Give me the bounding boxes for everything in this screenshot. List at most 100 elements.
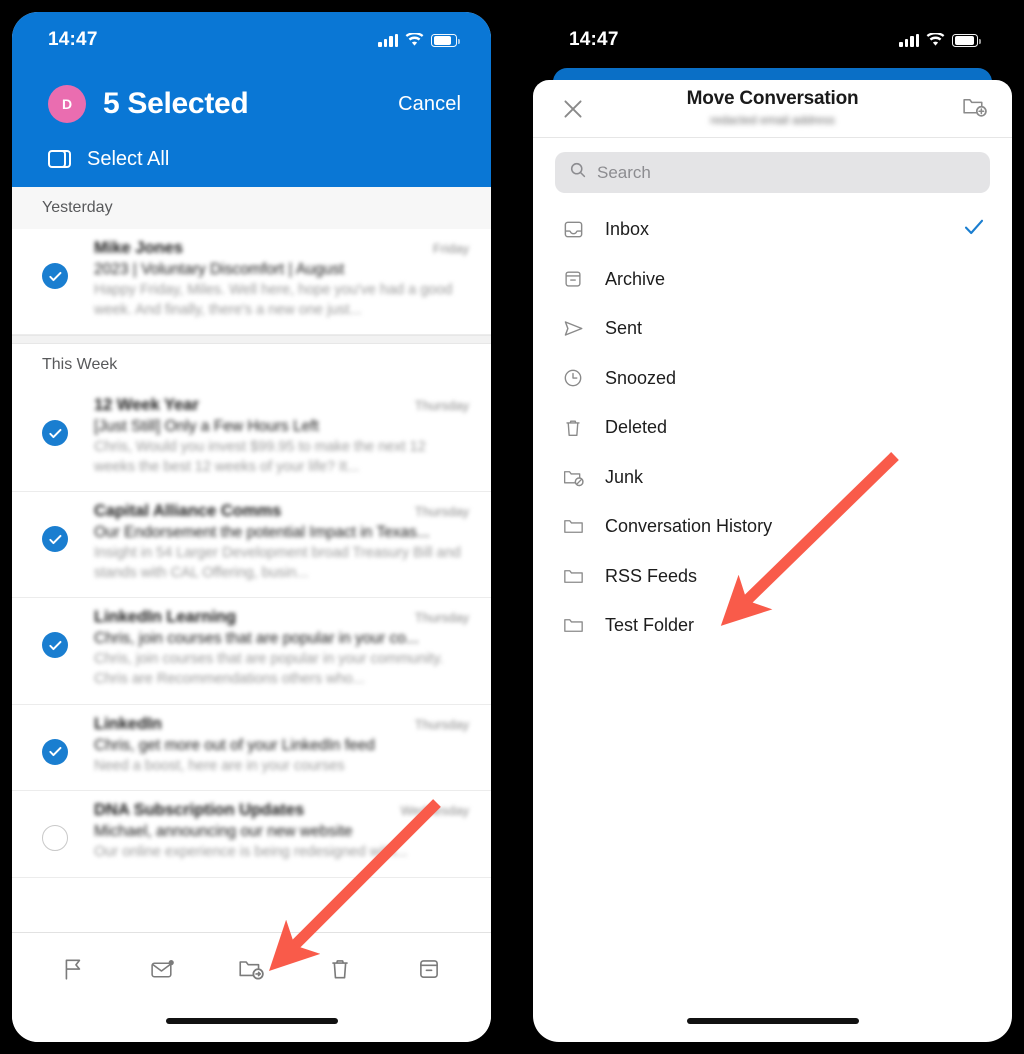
left-status-bar: 14:47 xyxy=(12,12,491,68)
clock-icon xyxy=(559,367,587,389)
mail-preview: Insight in 54 Larger Development broad T… xyxy=(94,545,461,581)
move-to-folder-icon[interactable] xyxy=(224,946,278,992)
table-row[interactable]: LinkedIn Thursday Chris, get more out of… xyxy=(12,705,491,792)
table-row[interactable]: Capital Alliance Comms Thursday Our Endo… xyxy=(12,492,491,599)
cellular-bars-icon xyxy=(899,33,919,47)
archive-icon[interactable] xyxy=(402,946,456,992)
mail-row-content: LinkedIn Learning Thursday Chris, join c… xyxy=(94,608,469,689)
mail-sender: DNA Subscription Updates xyxy=(94,801,305,820)
selection-title-row: D 5 Selected Cancel xyxy=(12,72,491,136)
wifi-icon xyxy=(405,33,424,47)
status-time: 14:47 xyxy=(48,29,98,50)
folder-label: RSS Feeds xyxy=(605,565,698,586)
list-item-rss-feeds[interactable]: RSS Feeds xyxy=(533,552,1012,602)
row-checkbox-selected[interactable] xyxy=(42,526,68,553)
search-placeholder: Search xyxy=(597,162,651,182)
battery-icon xyxy=(431,33,460,47)
mail-subject: [Just Still] Only a Few Hours Left xyxy=(94,418,319,436)
folder-icon xyxy=(559,565,587,588)
folder-list[interactable]: Inbox Archive Sent Snoozed Deleted Junk … xyxy=(533,203,1012,651)
table-row[interactable]: DNA Subscription Updates Wednesday Micha… xyxy=(12,791,491,878)
cancel-button[interactable]: Cancel xyxy=(398,93,461,116)
mail-date: Friday xyxy=(432,241,469,256)
status-indicators xyxy=(899,33,981,47)
mail-row-content: 12 Week Year Thursday [Just Still] Only … xyxy=(94,396,469,477)
inbox-icon xyxy=(559,218,587,241)
list-item-test-folder[interactable]: Test Folder xyxy=(533,601,1012,651)
move-conversation-sheet: Move Conversation redacted email address xyxy=(533,80,1012,1042)
mail-preview: Chris, Would you invest $99.95 to make t… xyxy=(94,439,426,475)
list-item-conversation-history[interactable]: Conversation History xyxy=(533,502,1012,552)
list-item-junk[interactable]: Junk xyxy=(533,453,1012,503)
mail-sender: Capital Alliance Comms xyxy=(94,502,282,521)
mark-unread-icon[interactable] xyxy=(136,946,190,992)
screenshot-stage: 14:47 D 5 Selected Cancel Select All Yes… xyxy=(0,0,1024,1054)
search-icon xyxy=(569,161,587,184)
mail-preview: Chris, join courses that are popular in … xyxy=(94,651,444,687)
row-checkbox-selected[interactable] xyxy=(42,632,68,659)
table-row[interactable]: 12 Week Year Thursday [Just Still] Only … xyxy=(12,386,491,493)
mail-subject: Michael, announcing our new website xyxy=(94,823,353,841)
status-indicators xyxy=(378,33,460,47)
mail-subject: Chris, get more out of your LinkedIn fee… xyxy=(94,736,375,754)
delete-icon[interactable] xyxy=(313,946,367,992)
mail-preview: Happy Friday, Miles. Well here, hope you… xyxy=(94,282,453,318)
close-icon[interactable] xyxy=(559,95,587,123)
list-item-sent[interactable]: Sent xyxy=(533,304,1012,354)
mail-date: Thursday xyxy=(414,398,469,414)
row-checkbox-selected[interactable] xyxy=(42,738,68,765)
mail-row-content: Capital Alliance Comms Thursday Our Endo… xyxy=(94,502,469,583)
cellular-bars-icon xyxy=(378,33,398,47)
row-checkbox-selected[interactable] xyxy=(42,263,68,289)
folder-label: Test Folder xyxy=(605,615,695,636)
mail-date: Thursday xyxy=(414,716,469,732)
list-item-deleted[interactable]: Deleted xyxy=(533,403,1012,453)
folder-icon xyxy=(559,614,587,637)
account-email: redacted email address xyxy=(710,113,835,127)
list-item-archive[interactable]: Archive xyxy=(533,255,1012,305)
table-row[interactable]: LinkedIn Learning Thursday Chris, join c… xyxy=(12,598,491,705)
search-input[interactable]: Search xyxy=(555,152,990,193)
right-phone-screen: 14:47 Move Conversation redacted email a… xyxy=(533,12,1012,1042)
list-item-inbox[interactable]: Inbox xyxy=(533,205,1012,255)
folder-label: Junk xyxy=(605,466,644,487)
row-checkbox-unselected[interactable] xyxy=(42,825,68,852)
folder-label: Deleted xyxy=(605,417,668,438)
left-phone-screen: 14:47 D 5 Selected Cancel Select All Yes… xyxy=(12,12,491,1042)
mail-row-content: Mike Jones Friday 2023 | Voluntary Disco… xyxy=(94,239,469,320)
junk-folder-icon xyxy=(559,466,587,489)
select-all-row[interactable]: Select All xyxy=(12,136,491,182)
status-time: 14:47 xyxy=(569,29,619,50)
search-container: Search xyxy=(533,138,1012,203)
archive-icon xyxy=(559,268,587,290)
mail-list[interactable]: Yesterday Mike Jones Friday 2023 | Volun… xyxy=(12,187,491,932)
mail-row-content: DNA Subscription Updates Wednesday Micha… xyxy=(94,801,469,863)
right-status-bar: 14:47 xyxy=(533,12,1012,68)
folder-icon xyxy=(559,515,587,538)
battery-icon xyxy=(952,33,981,47)
mail-preview: Our online experience is being redesigne… xyxy=(94,844,408,861)
select-all-checkbox-icon[interactable] xyxy=(48,147,72,171)
list-item-snoozed[interactable]: Snoozed xyxy=(533,354,1012,404)
mail-subject: Our Endorsement the potential Impact in … xyxy=(94,524,430,542)
wifi-icon xyxy=(926,33,945,47)
table-row[interactable]: Mike Jones Friday 2023 | Voluntary Disco… xyxy=(12,229,491,336)
row-checkbox-selected[interactable] xyxy=(42,420,68,447)
avatar[interactable]: D xyxy=(48,85,86,123)
new-folder-icon[interactable] xyxy=(961,93,988,125)
folder-label: Conversation History xyxy=(605,516,773,537)
folder-label: Sent xyxy=(605,318,643,339)
mail-date: Thursday xyxy=(414,504,469,520)
folder-label: Archive xyxy=(605,268,666,289)
selected-count-title: 5 Selected xyxy=(103,87,249,120)
mail-sender: Mike Jones xyxy=(94,239,183,257)
mail-sender: LinkedIn Learning xyxy=(94,608,237,627)
mail-subject: Chris, join courses that are popular in … xyxy=(94,630,419,648)
selected-check-icon xyxy=(962,215,986,244)
mail-sender: 12 Week Year xyxy=(94,396,199,415)
trash-icon xyxy=(559,417,587,439)
mail-row-content: LinkedIn Thursday Chris, get more out of… xyxy=(94,715,469,777)
group-header-yesterday: Yesterday xyxy=(12,187,491,229)
mail-date: Thursday xyxy=(414,610,469,626)
flag-icon[interactable] xyxy=(47,946,101,992)
